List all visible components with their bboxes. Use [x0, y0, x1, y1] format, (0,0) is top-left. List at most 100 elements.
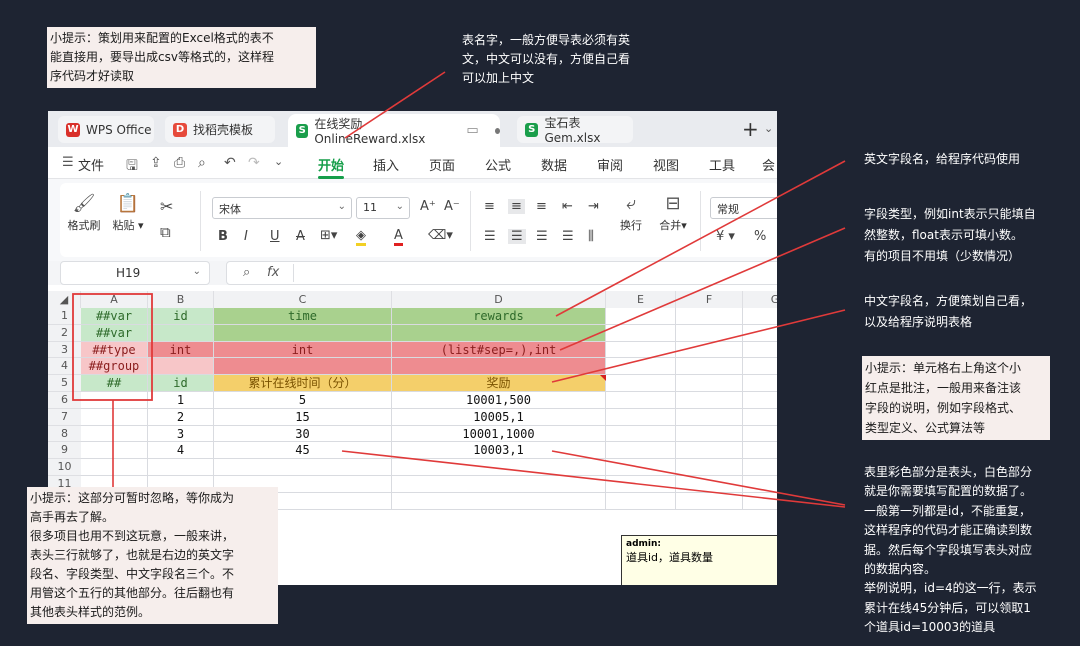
- cell-empty[interactable]: [606, 476, 676, 493]
- cell-empty[interactable]: [606, 408, 676, 426]
- cell-empty[interactable]: [606, 324, 676, 342]
- menu-tools[interactable]: 工具: [709, 155, 735, 174]
- fx-icon[interactable]: fx: [267, 265, 279, 280]
- cell-empty[interactable]: [676, 459, 743, 476]
- select-all-corner[interactable]: ◢: [48, 291, 81, 308]
- redo-icon[interactable]: ↷: [248, 155, 260, 171]
- cell-empty[interactable]: [676, 408, 743, 426]
- bold-icon[interactable]: B: [218, 229, 228, 244]
- cell-empty[interactable]: [743, 408, 777, 426]
- cell-empty[interactable]: [676, 425, 743, 443]
- align-right-icon[interactable]: ☰: [536, 229, 548, 244]
- row-header-6[interactable]: 6: [48, 392, 81, 409]
- tab-gem[interactable]: S 宝石表Gem.xlsx: [517, 116, 633, 145]
- cell-empty[interactable]: [676, 476, 743, 493]
- print-icon[interactable]: ⎙: [174, 155, 185, 171]
- wrap-text-button[interactable]: ⤶ 换行: [616, 193, 646, 233]
- cell-c4[interactable]: [214, 358, 392, 376]
- cell-empty[interactable]: [606, 392, 676, 409]
- cell-b2[interactable]: [148, 324, 214, 342]
- cell-empty[interactable]: [743, 341, 777, 359]
- cell-c9[interactable]: 45: [214, 442, 392, 460]
- row-header-8[interactable]: 8: [48, 425, 81, 443]
- tab-template[interactable]: D 找稻壳模板: [165, 116, 275, 143]
- cell-a7[interactable]: [81, 408, 148, 426]
- cell-empty[interactable]: [606, 375, 676, 392]
- row-header-10[interactable]: 10: [48, 459, 81, 476]
- tab-wps-office[interactable]: W WPS Office: [58, 116, 154, 143]
- cell-c1[interactable]: time: [214, 308, 392, 325]
- align-top-icon[interactable]: ≡: [484, 199, 495, 214]
- menu-review[interactable]: 审阅: [597, 155, 623, 174]
- menu-data[interactable]: 数据: [541, 155, 567, 174]
- cell-empty[interactable]: [676, 341, 743, 359]
- menu-page[interactable]: 页面: [429, 155, 455, 174]
- align-middle-icon[interactable]: ≡: [508, 199, 525, 214]
- cell-b9[interactable]: 4: [148, 442, 214, 460]
- align-center-icon[interactable]: ☰: [508, 229, 526, 244]
- cell-a2[interactable]: ##var: [81, 324, 148, 342]
- cell-c3[interactable]: int: [214, 341, 392, 359]
- column-header-d[interactable]: D: [392, 291, 606, 308]
- cell-empty[interactable]: [743, 476, 777, 493]
- cell-empty[interactable]: [214, 459, 392, 476]
- cell-empty[interactable]: [81, 459, 148, 476]
- cell-d1[interactable]: rewards: [392, 308, 606, 325]
- fill-color-icon[interactable]: ◈: [356, 228, 366, 246]
- format-painter-button[interactable]: 🖌 格式刷: [64, 193, 104, 233]
- cell-b4[interactable]: [148, 358, 214, 376]
- cell-empty[interactable]: [743, 392, 777, 409]
- increase-font-icon[interactable]: A⁺: [420, 199, 436, 214]
- cell-empty[interactable]: [676, 375, 743, 392]
- indent-increase-icon[interactable]: ⇥: [588, 199, 599, 214]
- cell-empty[interactable]: [606, 425, 676, 443]
- row-header-2[interactable]: 2: [48, 324, 81, 342]
- cell-empty[interactable]: [392, 459, 606, 476]
- cell-a4[interactable]: ##group: [81, 358, 148, 376]
- cell-d8[interactable]: 10001,1000: [392, 425, 606, 443]
- indent-decrease-icon[interactable]: ⇤: [562, 199, 573, 214]
- cell-empty[interactable]: [606, 308, 676, 325]
- row-header-3[interactable]: 3: [48, 341, 81, 359]
- cell-empty[interactable]: [676, 358, 743, 376]
- tab-online-reward[interactable]: S 在线奖励OnlineReward.xlsx ▭: [288, 114, 500, 147]
- chevron-down-icon[interactable]: ⌄: [274, 155, 283, 168]
- percent-icon[interactable]: %: [754, 229, 766, 244]
- cell-d4[interactable]: [392, 358, 606, 376]
- cell-empty[interactable]: [676, 324, 743, 342]
- chevron-down-icon[interactable]: ⌄: [764, 122, 773, 135]
- cell-empty[interactable]: [392, 476, 606, 493]
- cell-empty[interactable]: [743, 425, 777, 443]
- copy-icon[interactable]: ⧉: [160, 223, 171, 241]
- unsaved-dot-icon[interactable]: [494, 127, 500, 134]
- cell-empty[interactable]: [676, 308, 743, 325]
- menu-view[interactable]: 视图: [653, 155, 679, 174]
- cell-empty[interactable]: [606, 492, 676, 510]
- justify-icon[interactable]: ☰: [562, 229, 574, 244]
- column-header-e[interactable]: E: [606, 291, 676, 308]
- monitor-icon[interactable]: ▭: [466, 123, 478, 138]
- cell-d3[interactable]: (list#sep=,),int: [392, 341, 606, 359]
- print-preview-icon[interactable]: ⌕: [198, 155, 206, 171]
- cell-empty[interactable]: [148, 459, 214, 476]
- merge-button[interactable]: ⊟ 合并▾: [652, 193, 694, 233]
- cell-b5[interactable]: id: [148, 375, 214, 392]
- cell-empty[interactable]: [606, 358, 676, 376]
- number-format-select[interactable]: 常规: [710, 197, 777, 219]
- cell-b3[interactable]: int: [148, 341, 214, 359]
- cell-empty[interactable]: [676, 442, 743, 460]
- cell-a8[interactable]: [81, 425, 148, 443]
- font-size-select[interactable]: 11 ⌄: [356, 197, 410, 219]
- name-box[interactable]: H19 ⌄: [60, 261, 210, 285]
- cell-b6[interactable]: 1: [148, 392, 214, 409]
- cell-empty[interactable]: [743, 492, 777, 510]
- row-header-4[interactable]: 4: [48, 358, 81, 376]
- cell-empty[interactable]: [743, 375, 777, 392]
- align-bottom-icon[interactable]: ≡: [536, 199, 547, 214]
- italic-icon[interactable]: I: [244, 229, 248, 244]
- row-header-5[interactable]: 5: [48, 375, 81, 392]
- cell-c8[interactable]: 30: [214, 425, 392, 443]
- zoom-icon[interactable]: ⌕: [243, 265, 250, 280]
- cell-empty[interactable]: [606, 442, 676, 460]
- clear-format-icon[interactable]: ⌫▾: [428, 228, 453, 243]
